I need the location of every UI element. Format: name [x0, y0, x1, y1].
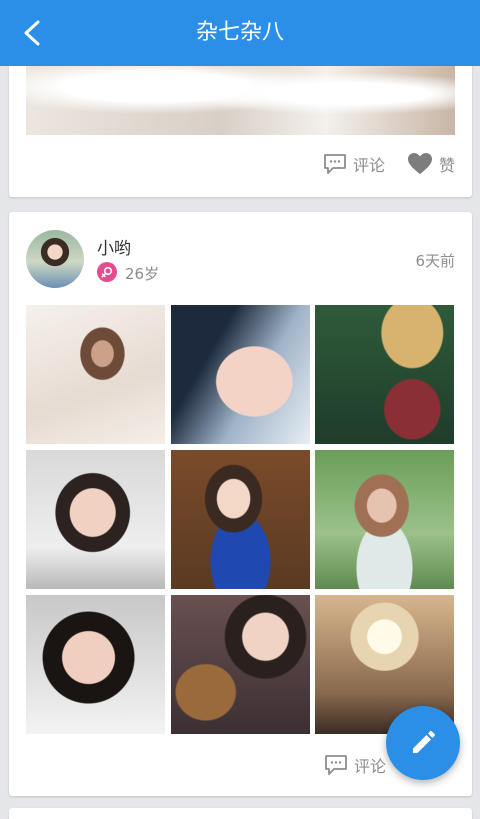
- user-age: 26岁: [125, 265, 160, 283]
- photo-thumbnail[interactable]: [315, 305, 454, 444]
- comment-button[interactable]: 评论: [324, 753, 386, 777]
- photo-thumbnail[interactable]: [171, 450, 310, 589]
- comment-button[interactable]: 评论: [323, 152, 385, 176]
- comment-icon: [325, 755, 347, 775]
- gender-badge: [97, 262, 117, 282]
- avatar[interactable]: [26, 230, 84, 288]
- comment-icon: [324, 154, 346, 174]
- photo-thumbnail[interactable]: [26, 450, 165, 589]
- post-timestamp: 6天前: [415, 252, 455, 270]
- photo-thumbnail[interactable]: [315, 450, 454, 589]
- female-icon: [101, 266, 113, 278]
- post-actions: 评论: [324, 753, 386, 777]
- post-actions: 评论 赞: [301, 152, 455, 176]
- app-bar: 杂七杂八: [0, 0, 480, 66]
- post-card: 评论 赞: [9, 56, 472, 197]
- compose-button[interactable]: [386, 706, 460, 780]
- photo-thumbnail[interactable]: [26, 305, 165, 444]
- photo-thumbnail[interactable]: [26, 595, 165, 734]
- post-card: [9, 808, 472, 819]
- pencil-icon: [413, 731, 435, 753]
- photo-grid: [26, 305, 455, 734]
- photo-thumbnail[interactable]: [171, 305, 310, 444]
- page-title: 杂七杂八: [195, 20, 284, 45]
- post-card: 小哟 26岁 6天前 评论: [9, 212, 472, 796]
- username[interactable]: 小哟: [97, 234, 131, 259]
- like-button[interactable]: 赞: [407, 152, 455, 176]
- heart-icon: [407, 153, 432, 174]
- comment-label: 评论: [354, 757, 387, 776]
- photo-thumbnail[interactable]: [171, 595, 310, 734]
- like-label: 赞: [438, 156, 455, 175]
- post-photo[interactable]: [26, 66, 455, 135]
- comment-label: 评论: [352, 156, 385, 175]
